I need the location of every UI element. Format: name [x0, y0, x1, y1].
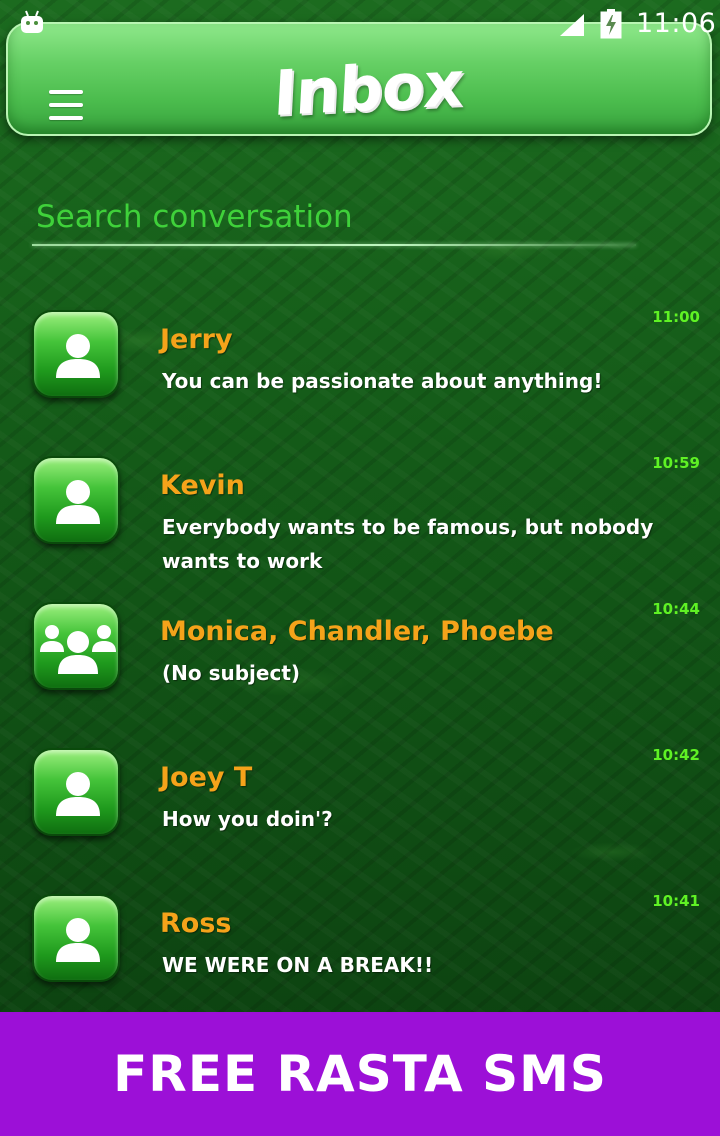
group-avatar-icon: [32, 602, 120, 690]
header-title: Inbox: [271, 46, 465, 131]
contact-avatar-icon: [32, 456, 120, 544]
android-icon: [21, 10, 43, 33]
search-input[interactable]: [36, 190, 636, 244]
conversation-name: Ross: [160, 908, 232, 939]
contact-avatar-icon: [32, 894, 120, 982]
conversation-item[interactable]: 10:59 Kevin Everybody wants to be famous…: [0, 442, 720, 588]
conversation-item[interactable]: 10:42 Joey T How you doin'?: [0, 734, 720, 880]
conversation-time: 11:00: [652, 308, 700, 326]
conversation-name: Joey T: [160, 762, 253, 793]
signal-icon: [560, 14, 584, 36]
conversation-list: 11:00 Jerry You can be passionate about …: [0, 296, 720, 1026]
conversation-preview: You can be passionate about anything!: [162, 369, 603, 393]
conversation-preview: WE WERE ON A BREAK!!: [162, 953, 434, 977]
battery-icon: [600, 9, 622, 39]
promo-banner[interactable]: FREE RASTA SMS: [0, 1012, 720, 1136]
contact-avatar-icon: [32, 748, 120, 836]
conversation-name: Kevin: [160, 470, 245, 501]
conversation-item[interactable]: 10:44 Monica, Chandler, Phoebe (No subje…: [0, 588, 720, 734]
contact-avatar-icon: [32, 310, 120, 398]
conversation-time: 10:42: [652, 746, 700, 764]
conversation-time: 10:44: [652, 600, 700, 618]
conversation-time: 10:41: [652, 892, 700, 910]
conversation-item[interactable]: 10:41 Ross WE WERE ON A BREAK!!: [0, 880, 720, 1026]
conversation-time: 10:59: [652, 454, 700, 472]
conversation-name: Jerry: [160, 324, 233, 355]
conversation-item[interactable]: 11:00 Jerry You can be passionate about …: [0, 296, 720, 442]
search-underline: [32, 244, 636, 246]
banner-text: FREE RASTA SMS: [113, 1045, 607, 1103]
conversation-preview: Everybody wants to be famous, but nobody…: [162, 515, 654, 573]
conversation-preview: (No subject): [162, 661, 301, 685]
status-clock: 11:06: [636, 8, 717, 39]
conversation-preview: How you doin'?: [162, 807, 333, 831]
hamburger-menu-icon[interactable]: [46, 90, 86, 126]
status-bar: 11:06: [0, 0, 720, 48]
conversation-name: Monica, Chandler, Phoebe: [160, 616, 554, 647]
